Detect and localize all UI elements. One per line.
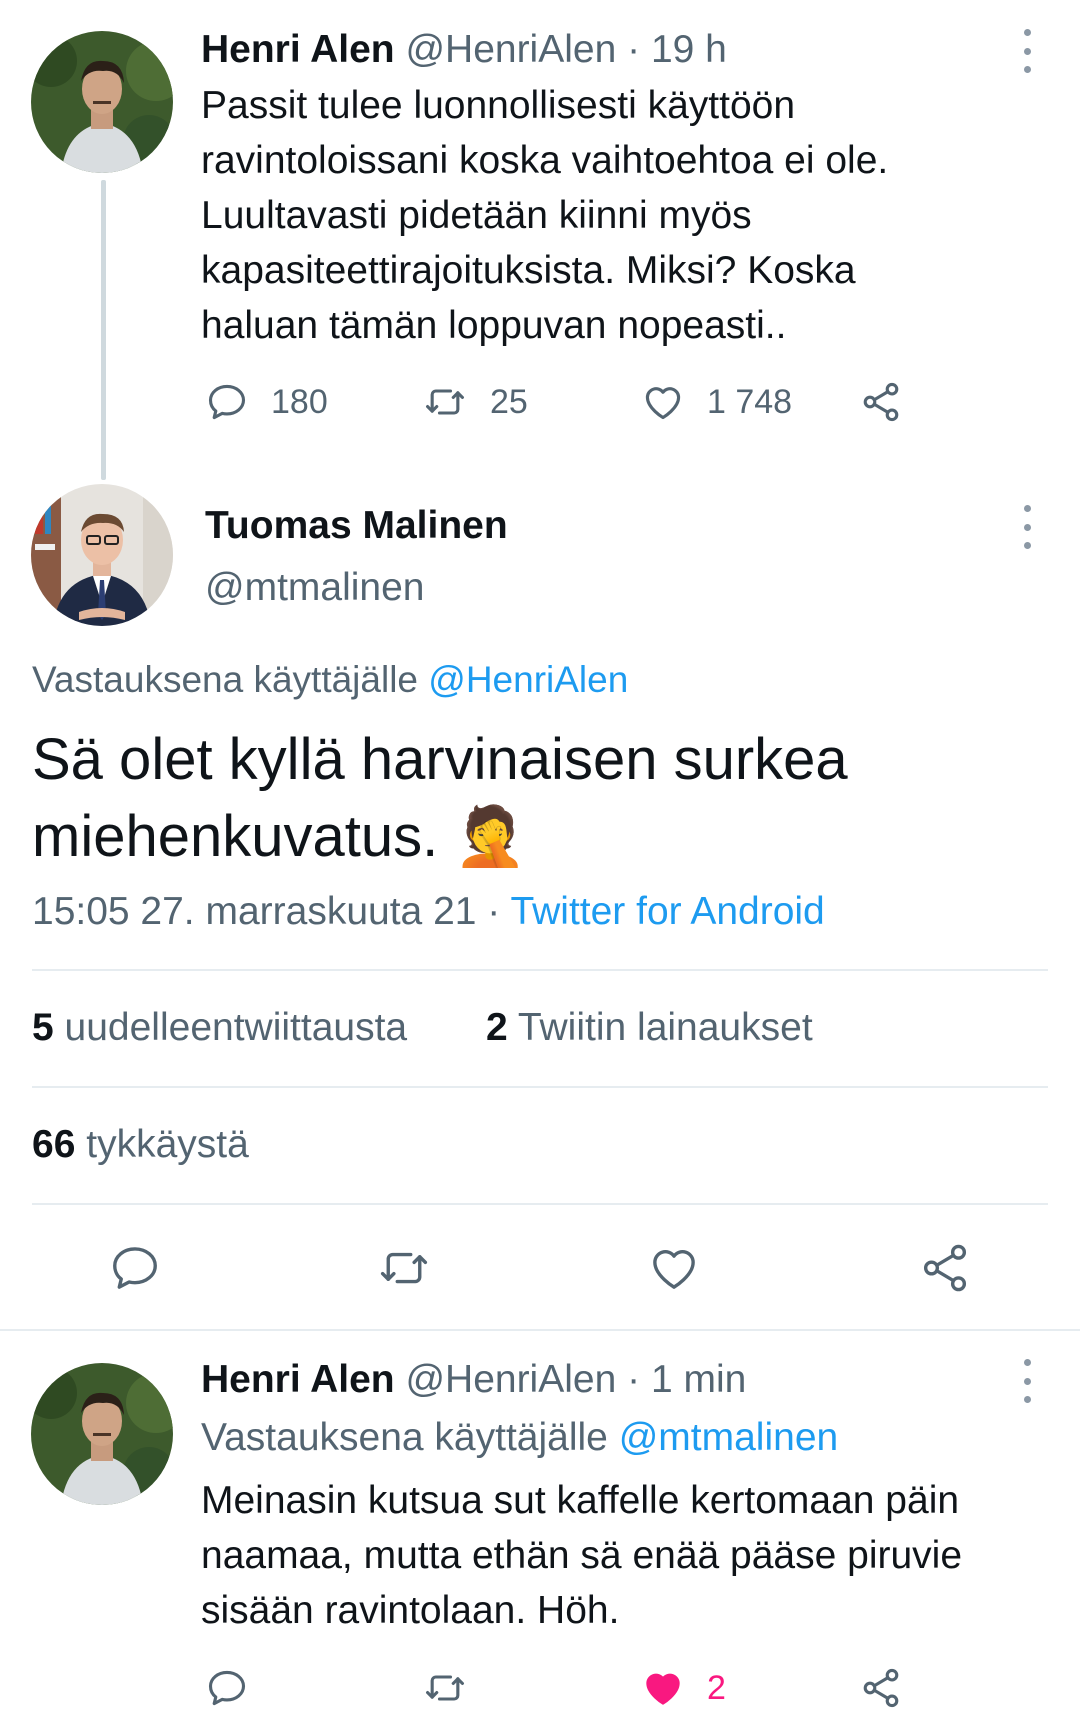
main-tweet-text: Sä olet kyllä harvinaisen surkea miehenk…: [32, 722, 848, 875]
like-button[interactable]: 1 748: [641, 380, 792, 424]
reply-context: Vastauksena käyttäjälle @mtmalinen: [201, 1414, 838, 1462]
tweet-text-line: sisään ravintolaan. Höh.: [201, 1589, 620, 1632]
more-options-icon[interactable]: [1017, 29, 1037, 73]
share-icon: [863, 382, 899, 422]
heart-icon: [645, 387, 681, 420]
separator-dot: ·: [627, 1358, 641, 1401]
reply-count: 180: [271, 382, 328, 421]
reply-context: Vastauksena käyttäjälle @HenriAlen: [32, 656, 628, 704]
like-count: 2: [707, 1668, 726, 1707]
tweet-text-line: Sä olet kyllä harvinaisen surkea: [32, 727, 848, 792]
reply-icon: [208, 1670, 246, 1706]
like-button[interactable]: 2: [641, 1666, 726, 1710]
reply-mention-link[interactable]: @mtmalinen: [619, 1416, 839, 1459]
reply-mention-link[interactable]: @HenriAlen: [428, 659, 628, 700]
retweet-button[interactable]: [376, 1241, 432, 1295]
share-button[interactable]: [859, 1666, 903, 1710]
retweet-icon: [380, 1252, 428, 1284]
tweet-time[interactable]: 19 h: [651, 28, 727, 71]
tweet-text-line: miehenkuvatus. 🤦: [32, 798, 848, 875]
retweet-icon: [426, 1675, 464, 1701]
retweets-count: 5: [32, 1006, 54, 1049]
tweet-meta: 15:05 27. marraskuuta 21 · Twitter for A…: [32, 888, 825, 936]
divider: [32, 969, 1048, 971]
timestamp[interactable]: 15:05 27. marraskuuta 21: [32, 890, 476, 933]
divider: [32, 1203, 1048, 1205]
tweet-text-line: kapasiteettirajoituksista. Miksi? Koska: [201, 249, 856, 292]
heart-icon: [653, 1250, 695, 1289]
reply-button[interactable]: [205, 1666, 249, 1710]
retweet-count: 25: [490, 382, 528, 421]
reply-icon: [113, 1247, 157, 1289]
avatar-henri-alen[interactable]: [31, 1363, 173, 1505]
heart-filled-icon: [646, 1673, 680, 1705]
section-divider: [0, 1329, 1080, 1331]
author-handle[interactable]: @HenriAlen: [405, 1358, 616, 1401]
tweet-text: Passit tulee luonnollisesti käyttöön rav…: [201, 78, 888, 353]
share-button[interactable]: [918, 1241, 972, 1295]
facepalm-emoji: 🤦: [454, 802, 527, 870]
tweet-text-fragment: miehenkuvatus.: [32, 804, 439, 869]
tweet-text-line: Meinasin kutsua sut kaffelle kertomaan p…: [201, 1479, 960, 1522]
share-icon: [923, 1244, 967, 1292]
reply-button[interactable]: [108, 1241, 162, 1295]
tweet-text-line: haluan tämän loppuvan nopeasti..: [201, 304, 787, 347]
retweet-icon: [426, 389, 464, 415]
source-link[interactable]: Twitter for Android: [510, 890, 824, 933]
retweet-button[interactable]: 25: [422, 380, 528, 424]
tweet-text-line: ravintoloissani koska vaihtoehtoa ei ole…: [201, 139, 889, 182]
quotes-stat[interactable]: 2 Twiitin lainaukset: [486, 1004, 813, 1052]
separator-dot: ·: [487, 890, 501, 933]
divider: [32, 1086, 1048, 1088]
reply-prefix: Vastauksena käyttäjälle: [201, 1416, 608, 1459]
tweet-text-line: naamaa, mutta ethän sä enää pääse piruvi…: [201, 1534, 963, 1577]
more-options-icon[interactable]: [1017, 1359, 1037, 1403]
tweet-text-line: Luultavasti pidetään kiinni myös: [201, 194, 752, 237]
tweet-header: Henri Alen @HenriAlen · 19 h: [201, 26, 727, 74]
likes-stat[interactable]: 66 tykkäystä: [32, 1121, 249, 1169]
tweet-header: Henri Alen @HenriAlen · 1 min: [201, 1356, 746, 1404]
retweet-button[interactable]: [422, 1666, 468, 1710]
reply-icon: [208, 384, 246, 420]
author-handle[interactable]: @HenriAlen: [405, 28, 616, 71]
thread-connector: [101, 180, 106, 480]
author-name[interactable]: Henri Alen: [201, 1358, 395, 1401]
author-name[interactable]: Tuomas Malinen: [205, 502, 508, 550]
share-icon: [863, 1668, 899, 1708]
author-handle[interactable]: @mtmalinen: [205, 564, 425, 612]
quotes-label: Twiitin lainaukset: [517, 1006, 813, 1049]
quotes-count: 2: [486, 1006, 508, 1049]
avatar-tuomas-malinen[interactable]: [31, 484, 173, 626]
tweet-text-line: Passit tulee luonnollisesti käyttöön: [201, 84, 796, 127]
retweets-stat[interactable]: 5 uudelleentwiittausta: [32, 1006, 407, 1049]
share-button[interactable]: [859, 380, 903, 424]
tweet-time[interactable]: 1 min: [651, 1358, 746, 1401]
tweet-text: Meinasin kutsua sut kaffelle kertomaan p…: [201, 1473, 962, 1638]
author-name[interactable]: Henri Alen: [201, 28, 395, 71]
separator-dot: ·: [627, 28, 641, 71]
like-count: 1 748: [707, 382, 793, 421]
reply-prefix: Vastauksena käyttäjälle: [32, 659, 418, 700]
more-options-icon[interactable]: [1017, 505, 1037, 549]
like-button[interactable]: [647, 1241, 701, 1295]
avatar-henri-alen[interactable]: [31, 31, 173, 173]
reply-button[interactable]: 180: [205, 380, 328, 424]
stats-row: 5 uudelleentwiittausta: [32, 1004, 407, 1052]
retweets-label: uudelleentwiittausta: [64, 1006, 408, 1049]
likes-label: tykkäystä: [86, 1123, 249, 1166]
likes-count: 66: [32, 1123, 76, 1166]
